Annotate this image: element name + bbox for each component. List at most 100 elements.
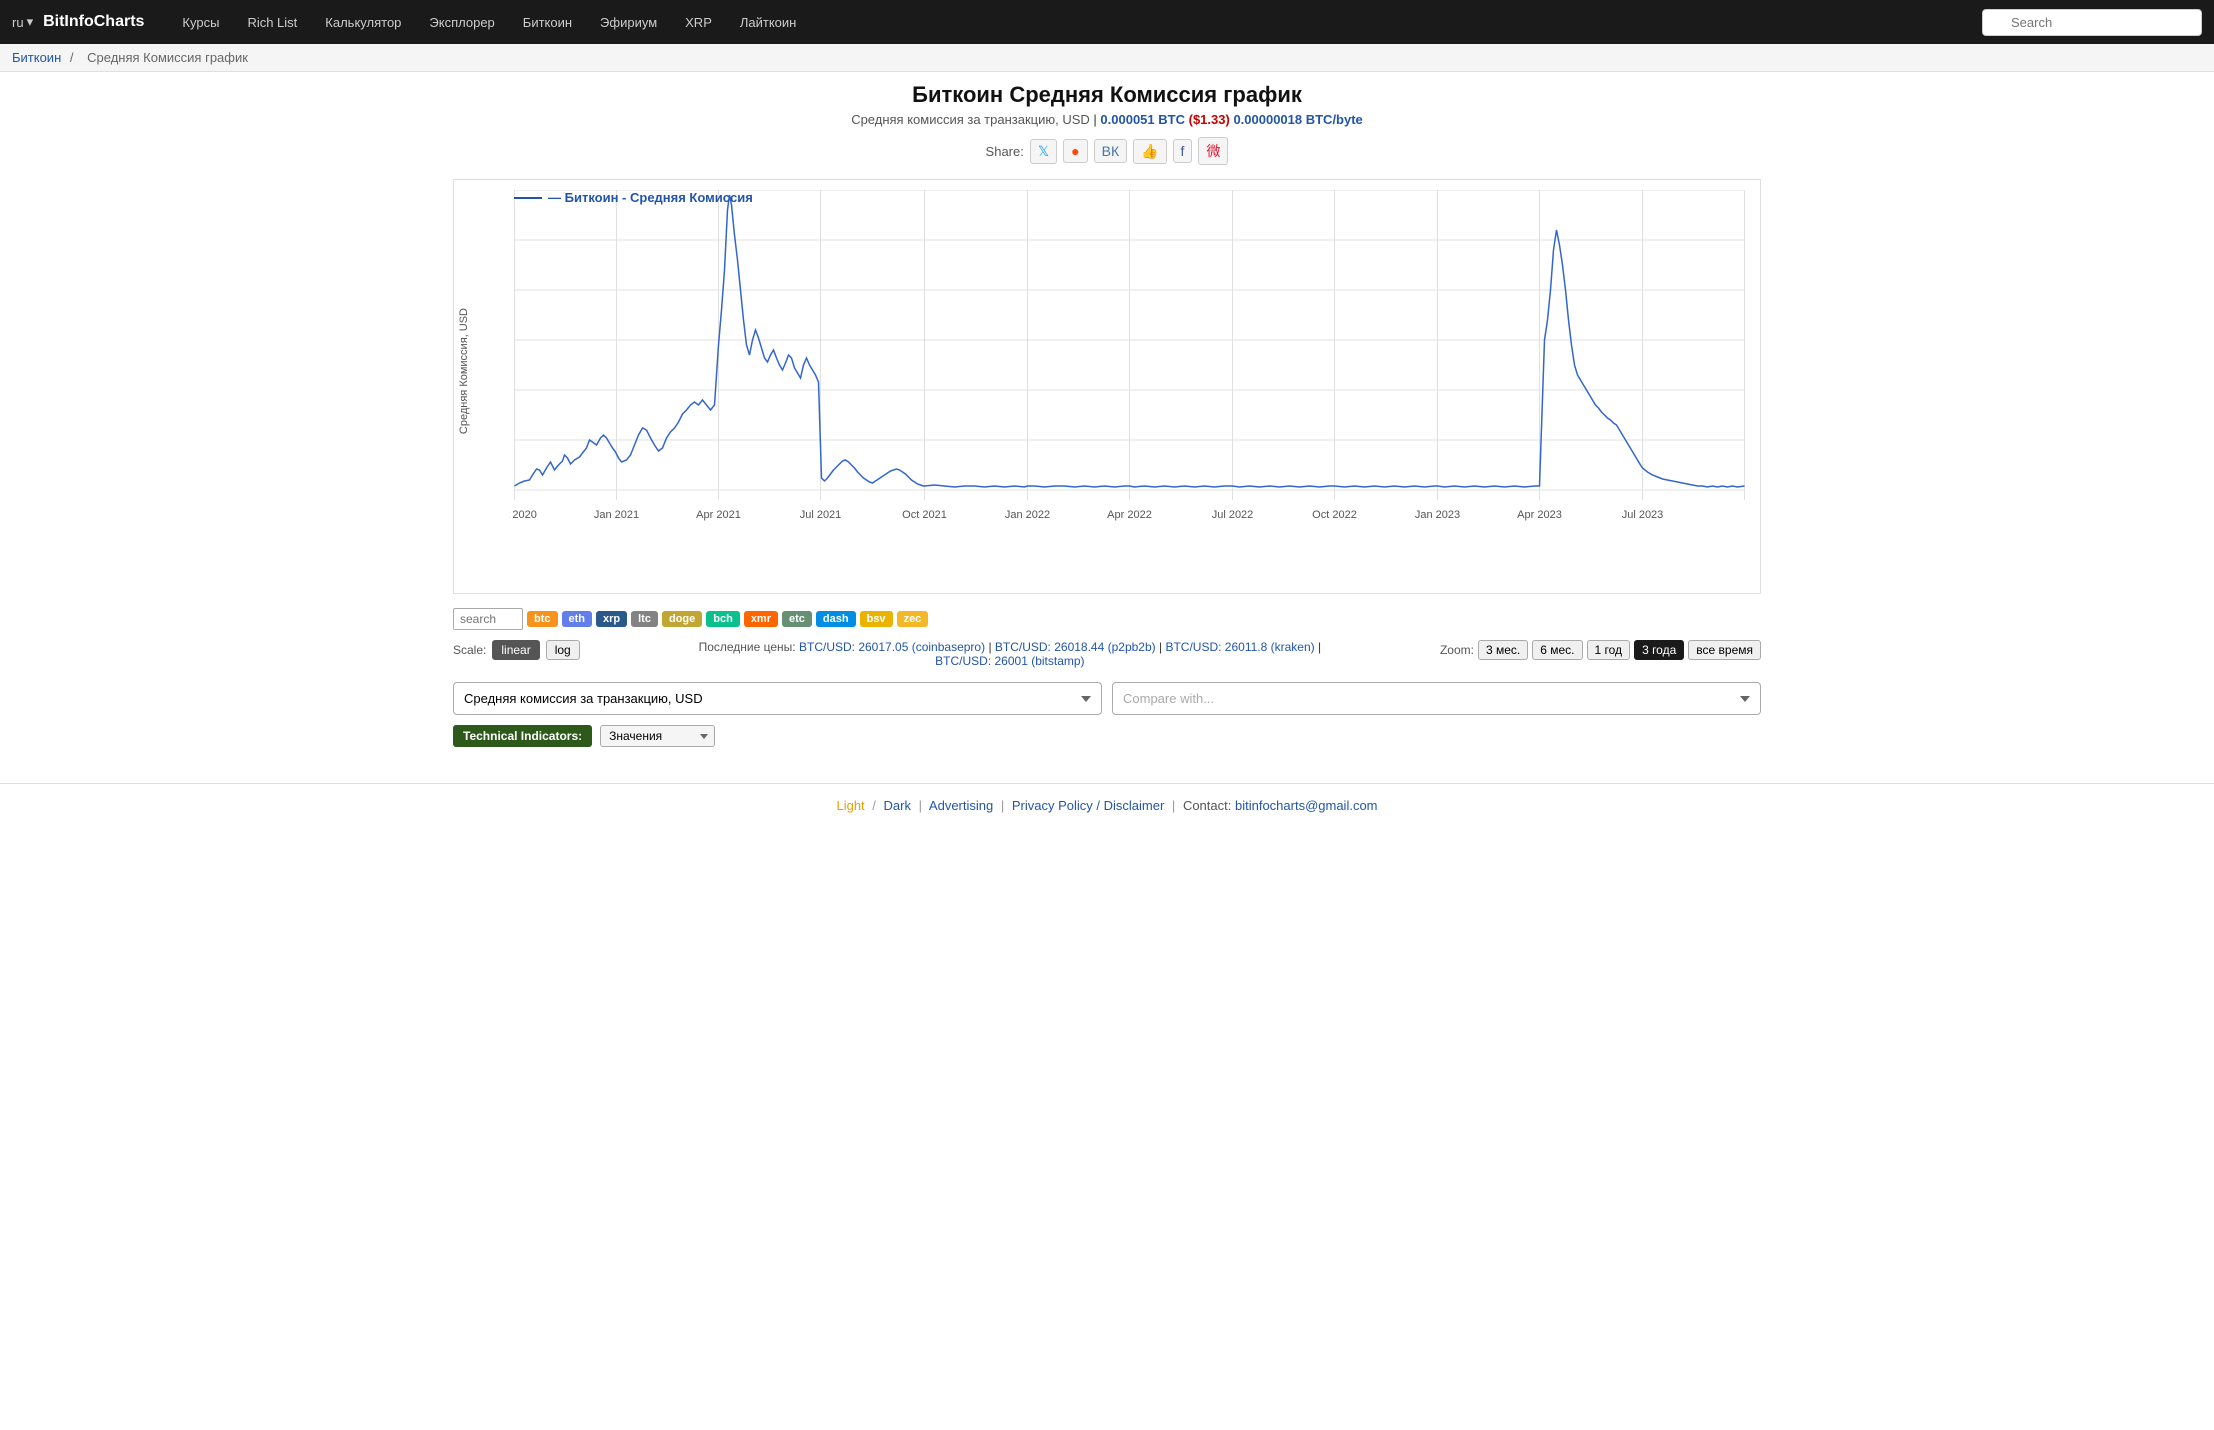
y-axis-label: Средняя Комиссия, USD (458, 308, 470, 434)
nav-calculator[interactable]: Калькулятор (311, 0, 415, 44)
dropdowns-row: Средняя комиссия за транзакцию, USD Comp… (453, 682, 1761, 715)
vk-share-button[interactable]: ВК (1094, 139, 1128, 163)
byte-value: 0.00000018 BTC/byte (1233, 112, 1362, 127)
prices-coinbasepro[interactable]: BTC/USD: 26017.05 (coinbasepro) (799, 640, 985, 654)
technical-indicators-select[interactable]: Значения SMA EMA Bollinger Bands (600, 725, 715, 747)
svg-text:50: 50 (509, 234, 510, 246)
zec-tag[interactable]: zec (897, 611, 929, 627)
share-label: Share: (986, 144, 1024, 159)
scale-section: Scale: linear log (453, 640, 580, 660)
scale-label: Scale: (453, 643, 486, 657)
prices-bitstamp[interactable]: BTC/USD: 26001 (bitstamp) (935, 654, 1084, 668)
legend-label: — Биткоин - Средняя Комиссия (548, 190, 753, 205)
chart-svg: 0 10 20 30 40 50 60 Oct 2020 Jan 2021 Ap… (509, 190, 1750, 560)
reddit-share-button[interactable]: ● (1063, 139, 1087, 163)
navbar: ru ▾ BitInfoCharts Курсы Rich List Кальк… (0, 0, 2214, 44)
doge-tag[interactable]: doge (662, 611, 702, 627)
bsv-tag[interactable]: bsv (860, 611, 893, 627)
chart-svg-wrap: 0 10 20 30 40 50 60 Oct 2020 Jan 2021 Ap… (454, 180, 1760, 593)
legend-line (514, 197, 542, 199)
zoom-3mo-button[interactable]: 3 мес. (1478, 640, 1528, 660)
footer-dark-link[interactable]: Dark (884, 798, 911, 813)
chevron-down-icon: ▾ (27, 14, 34, 30)
btc-value: 0.000051 BTC (1100, 112, 1185, 127)
prices-p2pb2b[interactable]: BTC/USD: 26018.44 (p2pb2b) (995, 640, 1156, 654)
like-share-button[interactable]: 👍 (1133, 139, 1166, 164)
share-row: Share: 𝕏 ● ВК 👍 f 微 (453, 137, 1761, 165)
nav-litecoin[interactable]: Лайткоин (726, 0, 810, 44)
nav-rich-list[interactable]: Rich List (233, 0, 311, 44)
zoom-label: Zoom: (1440, 643, 1474, 657)
scale-linear-button[interactable]: linear (492, 640, 539, 660)
dash-tag[interactable]: dash (816, 611, 856, 627)
main-content: Биткоин Средняя Комиссия график Средняя … (437, 72, 1777, 773)
footer-contact-email[interactable]: bitinfocharts@gmail.com (1235, 798, 1378, 813)
xrp-tag[interactable]: xrp (596, 611, 627, 627)
weibo-share-button[interactable]: 微 (1198, 137, 1228, 165)
breadcrumb-separator: / (70, 50, 74, 65)
zoom-all-button[interactable]: все время (1688, 640, 1761, 660)
footer-light-link[interactable]: Light (836, 798, 864, 813)
search-container: 🔍 (1982, 9, 2202, 36)
nav-ethereum[interactable]: Эфириум (586, 0, 671, 44)
usd-value: ($1.33) (1189, 112, 1230, 127)
compare-dropdown[interactable]: Compare with... (1112, 682, 1761, 715)
svg-text:20: 20 (509, 384, 510, 396)
svg-text:Jul 2021: Jul 2021 (800, 509, 842, 521)
technical-indicators-row: Technical Indicators: Значения SMA EMA B… (453, 725, 1761, 747)
facebook-share-button[interactable]: f (1173, 139, 1193, 163)
svg-text:60: 60 (509, 190, 510, 196)
xmr-tag[interactable]: xmr (744, 611, 778, 627)
bch-tag[interactable]: bch (706, 611, 740, 627)
svg-text:Apr 2022: Apr 2022 (1107, 509, 1152, 521)
footer-contact-prefix: Contact: (1183, 798, 1231, 813)
prices-label: Последние цены: (699, 640, 796, 654)
nav-courses[interactable]: Курсы (168, 0, 233, 44)
subtitle-prefix: Средняя комиссия за транзакцию, USD (851, 112, 1090, 127)
nav-xrp[interactable]: XRP (671, 0, 726, 44)
breadcrumb-current: Средняя Комиссия график (87, 50, 248, 65)
prices-kraken[interactable]: BTC/USD: 26011.8 (kraken) (1165, 640, 1314, 654)
nav-links: Курсы Rich List Калькулятор Эксплорер Би… (168, 0, 1982, 44)
lang-selector[interactable]: ru ▾ (12, 14, 33, 30)
footer-advertising-link[interactable]: Advertising (929, 798, 993, 813)
svg-text:Oct 2021: Oct 2021 (902, 509, 947, 521)
metric-dropdown[interactable]: Средняя комиссия за транзакцию, USD (453, 682, 1102, 715)
svg-text:Apr 2023: Apr 2023 (1517, 509, 1562, 521)
coin-tags-row: btc eth xrp ltc doge bch xmr etc dash bs… (453, 602, 1761, 636)
zoom-6mo-button[interactable]: 6 мес. (1532, 640, 1582, 660)
etc-tag[interactable]: etc (782, 611, 812, 627)
svg-text:10: 10 (509, 434, 510, 446)
svg-text:Oct 2022: Oct 2022 (1312, 509, 1357, 521)
scale-prices-row: Scale: linear log Последние цены: BTC/US… (453, 636, 1761, 672)
coin-search-input[interactable] (453, 608, 523, 630)
nav-bitcoin[interactable]: Биткоин (509, 0, 586, 44)
svg-text:Jul 2023: Jul 2023 (1622, 509, 1664, 521)
chart-legend: — Биткоин - Средняя Комиссия (514, 190, 753, 205)
page-title: Биткоин Средняя Комиссия график (453, 82, 1761, 108)
prices-section: Последние цены: BTC/USD: 26017.05 (coinb… (580, 640, 1440, 668)
svg-text:0: 0 (509, 484, 510, 496)
zoom-section: Zoom: 3 мес. 6 мес. 1 год 3 года все вре… (1440, 640, 1761, 660)
search-input[interactable] (1982, 9, 2202, 36)
footer: Light / Dark | Advertising | Privacy Pol… (0, 783, 2214, 827)
svg-text:Oct 2020: Oct 2020 (509, 509, 537, 521)
svg-text:Jul 2022: Jul 2022 (1212, 509, 1254, 521)
footer-privacy-link[interactable]: Privacy Policy / Disclaimer (1012, 798, 1164, 813)
nav-explorer[interactable]: Эксплорер (415, 0, 508, 44)
subtitle: Средняя комиссия за транзакцию, USD | 0.… (453, 112, 1761, 127)
scale-log-button[interactable]: log (546, 640, 580, 660)
lang-label: ru (12, 15, 24, 30)
svg-text:30: 30 (509, 334, 510, 346)
eth-tag[interactable]: eth (562, 611, 593, 627)
twitter-share-button[interactable]: 𝕏 (1030, 139, 1057, 164)
zoom-3yr-button[interactable]: 3 года (1634, 640, 1684, 660)
ltc-tag[interactable]: ltc (631, 611, 658, 627)
zoom-1yr-button[interactable]: 1 год (1587, 640, 1631, 660)
breadcrumb-parent[interactable]: Биткоин (12, 50, 61, 65)
technical-indicators-label: Technical Indicators: (453, 725, 592, 747)
svg-text:Jan 2021: Jan 2021 (594, 509, 639, 521)
btc-tag[interactable]: btc (527, 611, 558, 627)
site-logo: BitInfoCharts (43, 13, 144, 31)
breadcrumb: Биткоин / Средняя Комиссия график (0, 44, 2214, 72)
